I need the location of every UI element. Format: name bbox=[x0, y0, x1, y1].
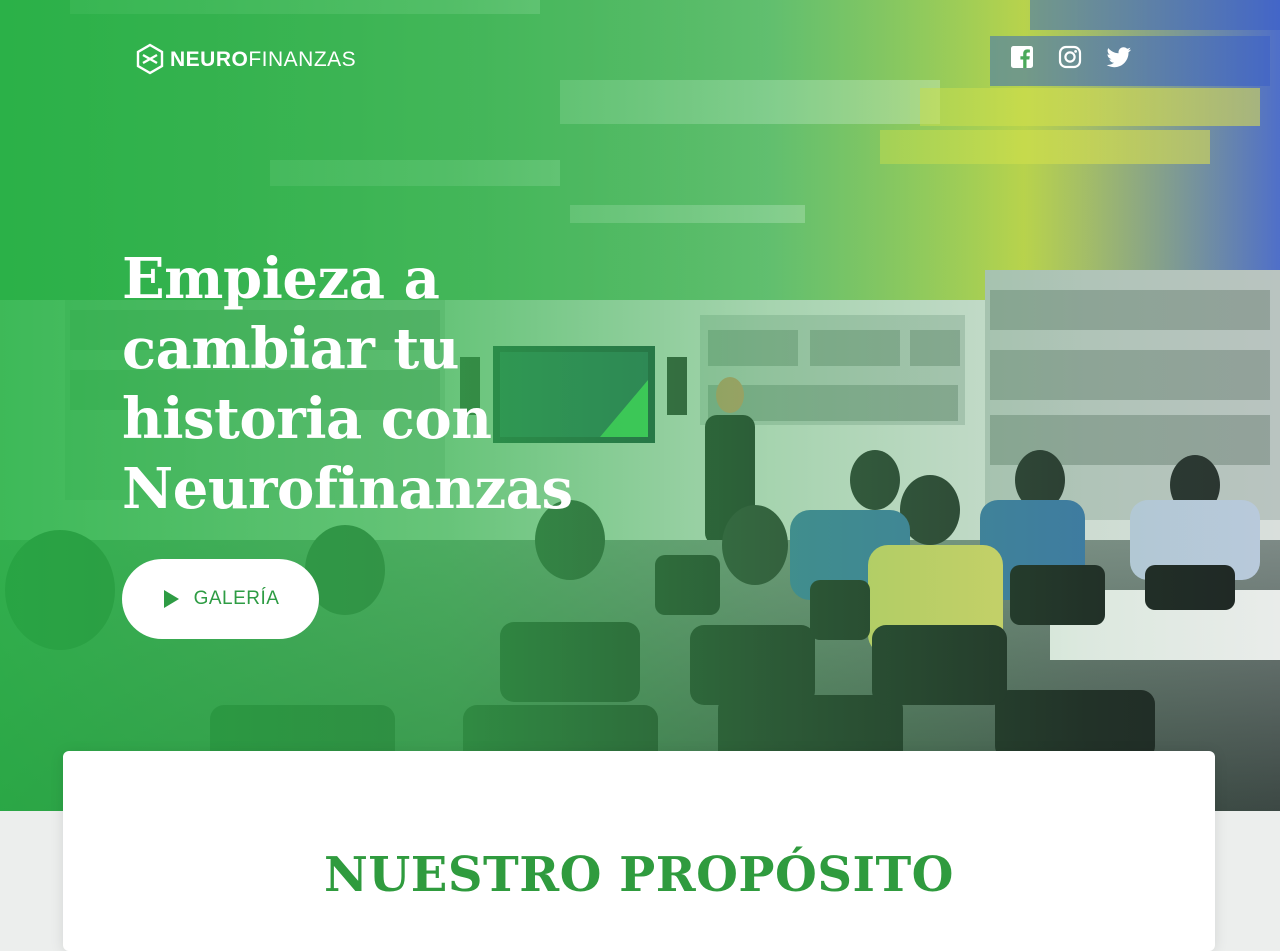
facebook-link[interactable] bbox=[1010, 45, 1034, 69]
play-icon bbox=[163, 590, 179, 608]
logo-text-light: FINANZAS bbox=[248, 47, 357, 71]
twitter-link[interactable] bbox=[1106, 45, 1131, 69]
twitter-icon bbox=[1106, 47, 1131, 68]
hexagon-logo-icon bbox=[136, 43, 164, 75]
instagram-link[interactable] bbox=[1058, 45, 1082, 69]
hero-section: NEUROFINANZAS Empieza a cambiar tu histo… bbox=[0, 0, 1280, 811]
brand-logo[interactable]: NEUROFINANZAS bbox=[136, 43, 356, 75]
purpose-card: NUESTRO PROPÓSITO bbox=[63, 751, 1215, 951]
purpose-title: NUESTRO PROPÓSITO bbox=[324, 847, 954, 903]
logo-text-bold: NEURO bbox=[170, 47, 249, 71]
social-links bbox=[1010, 45, 1131, 69]
hero-headline: Empieza a cambiar tu historia con Neurof… bbox=[122, 246, 573, 522]
gallery-button-label: GALERÍA bbox=[193, 588, 280, 609]
facebook-icon bbox=[1011, 46, 1033, 68]
gallery-button[interactable]: GALERÍA bbox=[122, 559, 319, 639]
instagram-icon bbox=[1058, 45, 1082, 69]
